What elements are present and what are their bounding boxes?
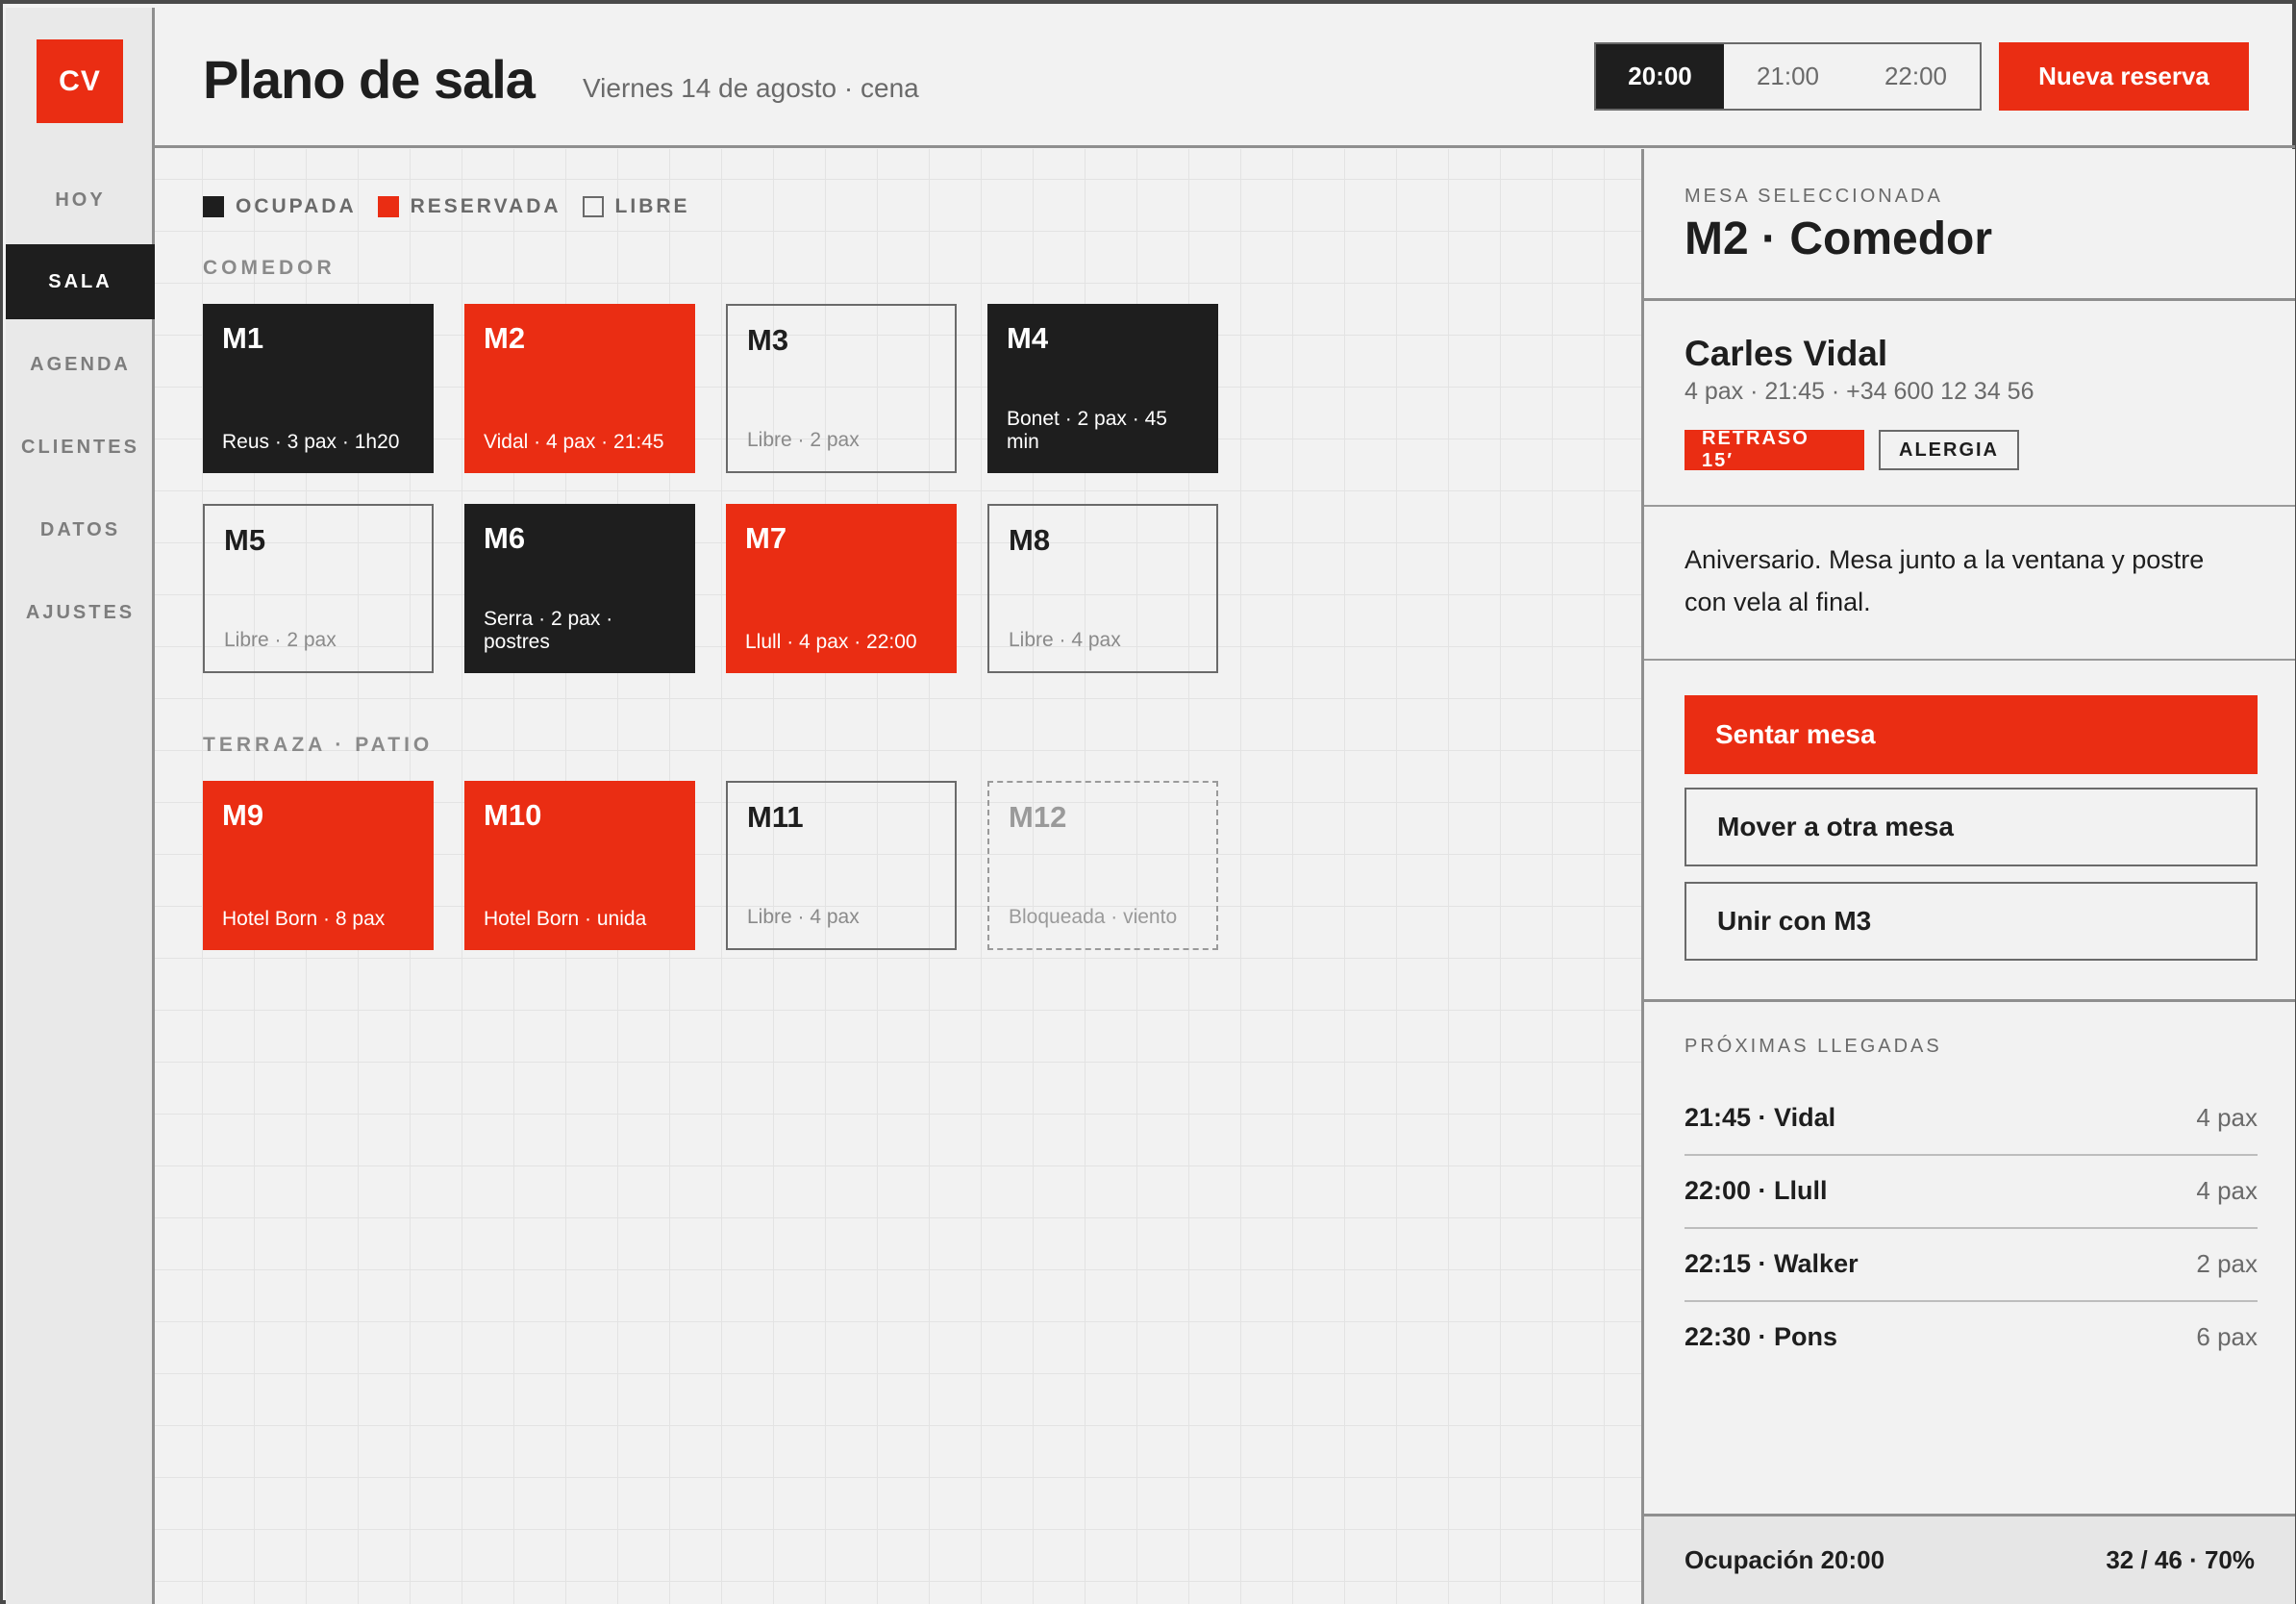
floor-plan: OCUPADA RESERVADA LIBRE COMEDOR M1 Reus … xyxy=(155,149,1641,1604)
table-m3[interactable]: M3 Libre · 2 pax xyxy=(726,304,957,473)
legend-swatch-ocupada xyxy=(203,196,224,217)
table-m11[interactable]: M11 Libre · 4 pax xyxy=(726,781,957,950)
table-id: M3 xyxy=(747,323,789,357)
sidebar: CV HOY SALA AGENDA CLIENTES DATOS AJUSTE… xyxy=(6,8,155,1604)
arrival-row[interactable]: 21:45 · Vidal 4 pax xyxy=(1685,1081,2258,1154)
arrival-row[interactable]: 22:15 · Walker 2 pax xyxy=(1685,1227,2258,1300)
sidebar-item-hoy[interactable]: HOY xyxy=(6,163,155,238)
details-panel: MESA SELECCIONADA M2 · Comedor Carles Vi… xyxy=(1641,149,2295,1604)
table-m1[interactable]: M1 Reus · 3 pax · 1h20 xyxy=(203,304,434,473)
arrival-pax: 6 pax xyxy=(2196,1321,2258,1351)
legend-swatch-libre xyxy=(582,196,604,217)
sidebar-item-agenda[interactable]: AGENDA xyxy=(6,327,155,402)
table-m10[interactable]: M10 Hotel Born · unida xyxy=(464,781,695,950)
sidebar-item-ajustes[interactable]: AJUSTES xyxy=(6,575,155,650)
join-table-button[interactable]: Unir con M3 xyxy=(1685,882,2258,961)
page-subtitle: Viernes 14 de agosto · cena xyxy=(583,73,919,103)
reservation-note: Aniversario. Mesa junto a la ventana y p… xyxy=(1685,545,2205,616)
table-m5[interactable]: M5 Libre · 2 pax xyxy=(203,504,434,673)
table-info: Reus · 3 pax · 1h20 xyxy=(222,431,400,453)
arrival-name: 22:15 · Walker xyxy=(1685,1248,1859,1278)
legend-label: OCUPADA xyxy=(236,195,357,217)
divider xyxy=(1644,505,2295,507)
table-info: Libre · 4 pax xyxy=(747,906,860,928)
arrival-pax: 2 pax xyxy=(2196,1248,2258,1278)
arrival-pax: 4 pax xyxy=(2196,1175,2258,1205)
logo[interactable]: CV xyxy=(37,39,123,123)
legend: OCUPADA RESERVADA LIBRE xyxy=(203,195,711,218)
section-label-comedor: COMEDOR xyxy=(203,257,336,279)
selected-table-label: MESA SELECCIONADA xyxy=(1685,186,1943,207)
app-frame: CV HOY SALA AGENDA CLIENTES DATOS AJUSTE… xyxy=(0,0,2296,1604)
table-info: Bloqueada · viento xyxy=(1009,906,1178,928)
table-m2[interactable]: M2 Vidal · 4 pax · 21:45 xyxy=(464,304,695,473)
table-id: M9 xyxy=(222,798,264,832)
legend-item-libre: LIBRE xyxy=(582,195,690,218)
table-info: Llull · 4 pax · 22:00 xyxy=(745,631,917,653)
allergy-badge: ALERGIA xyxy=(1879,430,2019,470)
guest-meta: 4 pax · 21:45 · +34 600 12 34 56 xyxy=(1685,378,2034,405)
table-m12[interactable]: M12 Bloqueada · viento xyxy=(987,781,1218,950)
table-info: Vidal · 4 pax · 21:45 xyxy=(484,431,664,453)
delay-badge: RETRASO 15′ xyxy=(1685,428,1864,471)
table-id: M6 xyxy=(484,521,526,555)
table-id: M11 xyxy=(747,800,804,834)
move-table-button[interactable]: Mover a otra mesa xyxy=(1685,788,2258,866)
occupancy-value: 32 / 46 · 70% xyxy=(2106,1545,2255,1574)
divider xyxy=(1644,298,2295,301)
table-id: M1 xyxy=(222,321,264,355)
divider xyxy=(1644,999,2295,1002)
table-info: Libre · 4 pax xyxy=(1009,629,1121,651)
arrival-name: 22:30 · Pons xyxy=(1685,1321,1838,1351)
section-label-terraza: TERRAZA · PATIO xyxy=(203,734,434,756)
sidebar-item-clientes[interactable]: CLIENTES xyxy=(6,410,155,485)
arrival-row[interactable]: 22:30 · Pons 6 pax xyxy=(1685,1300,2258,1373)
arrival-name: 22:00 · Llull xyxy=(1685,1175,1828,1205)
occupancy-footer: Ocupación 20:00 32 / 46 · 70% xyxy=(1644,1514,2295,1604)
table-info: Hotel Born · 8 pax xyxy=(222,908,386,930)
legend-label: RESERVADA xyxy=(410,195,562,217)
legend-swatch-reservada xyxy=(377,196,399,217)
legend-item-reservada: RESERVADA xyxy=(377,195,562,218)
legend-label: LIBRE xyxy=(614,195,690,217)
table-id: M4 xyxy=(1007,321,1049,355)
divider xyxy=(1644,659,2295,661)
new-reservation-button[interactable]: Nueva reserva xyxy=(1999,42,2249,111)
table-id: M5 xyxy=(224,523,266,557)
arrivals-label: PRÓXIMAS LLEGADAS xyxy=(1685,1036,1942,1057)
table-m8[interactable]: M8 Libre · 4 pax xyxy=(987,504,1218,673)
sidebar-item-sala[interactable]: SALA xyxy=(6,244,155,319)
table-id: M2 xyxy=(484,321,526,355)
table-info: Serra · 2 pax · postres xyxy=(484,608,613,653)
table-id: M12 xyxy=(1009,800,1067,834)
table-info: Hotel Born · unida xyxy=(484,908,647,930)
table-info: Bonet · 2 pax · 45 min xyxy=(1007,408,1167,453)
arrival-pax: 4 pax xyxy=(2196,1102,2258,1132)
guest-name: Carles Vidal xyxy=(1685,334,1888,373)
page-title: Plano de sala xyxy=(203,49,536,110)
time-option-2100[interactable]: 21:00 xyxy=(1724,44,1852,109)
occupancy-label: Ocupación 20:00 xyxy=(1685,1545,1885,1574)
header: Plano de sala Viernes 14 de agosto · cen… xyxy=(155,8,2295,148)
seat-table-button[interactable]: Sentar mesa xyxy=(1685,695,2258,774)
sidebar-item-datos[interactable]: DATOS xyxy=(6,492,155,567)
table-m7[interactable]: M7 Llull · 4 pax · 22:00 xyxy=(726,504,957,673)
legend-item-ocupada: OCUPADA xyxy=(203,195,357,218)
arrival-row[interactable]: 22:00 · Llull 4 pax xyxy=(1685,1154,2258,1227)
time-option-2000[interactable]: 20:00 xyxy=(1596,44,1724,109)
table-id: M10 xyxy=(484,798,542,832)
table-m6[interactable]: M6 Serra · 2 pax · postres xyxy=(464,504,695,673)
time-selector: 20:00 21:00 22:00 xyxy=(1594,42,1982,111)
time-option-2200[interactable]: 22:00 xyxy=(1852,44,1980,109)
arrival-name: 21:45 · Vidal xyxy=(1685,1102,1836,1132)
table-m4[interactable]: M4 Bonet · 2 pax · 45 min xyxy=(987,304,1218,473)
table-info: Libre · 2 pax xyxy=(224,629,337,651)
table-id: M7 xyxy=(745,521,787,555)
table-id: M8 xyxy=(1009,523,1051,557)
table-info: Libre · 2 pax xyxy=(747,429,860,451)
table-m9[interactable]: M9 Hotel Born · 8 pax xyxy=(203,781,434,950)
selected-table-title: M2 · Comedor xyxy=(1685,213,1993,264)
